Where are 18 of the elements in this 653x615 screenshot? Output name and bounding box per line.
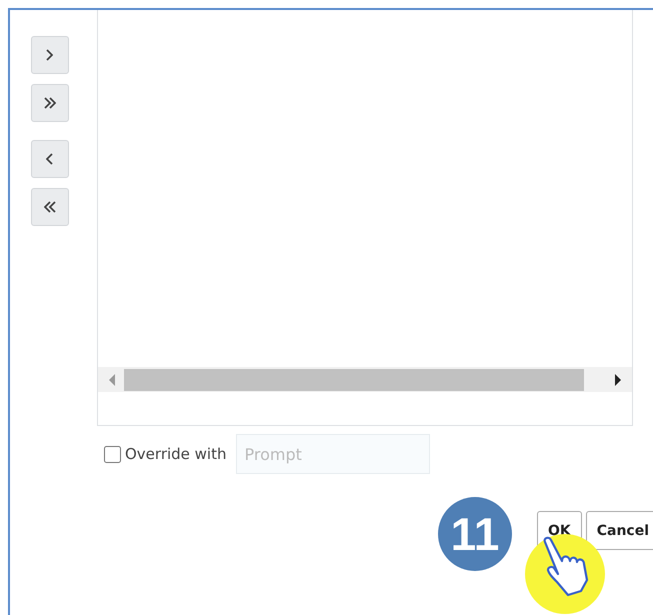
list-box[interactable] — [97, 10, 633, 426]
double-chevron-right-icon — [44, 97, 56, 109]
override-checkbox[interactable] — [104, 446, 121, 462]
chevron-left-icon — [46, 153, 53, 165]
scrollbar-thumb[interactable] — [124, 368, 584, 390]
move-all-left-button[interactable] — [30, 188, 68, 226]
chevron-right-icon — [46, 49, 53, 61]
prompt-field[interactable]: Prompt — [236, 434, 430, 474]
step-badge: 11 — [438, 497, 512, 571]
move-right-button[interactable] — [30, 36, 68, 74]
double-chevron-left-icon — [44, 201, 56, 213]
cancel-button[interactable]: Cancel — [586, 511, 653, 550]
scroll-left-icon — [108, 374, 116, 386]
horizontal-scrollbar[interactable] — [98, 367, 632, 392]
scroll-right-icon — [614, 374, 622, 386]
move-left-button[interactable] — [30, 140, 68, 178]
override-label: Override with — [125, 445, 226, 463]
move-all-right-button[interactable] — [30, 84, 68, 122]
